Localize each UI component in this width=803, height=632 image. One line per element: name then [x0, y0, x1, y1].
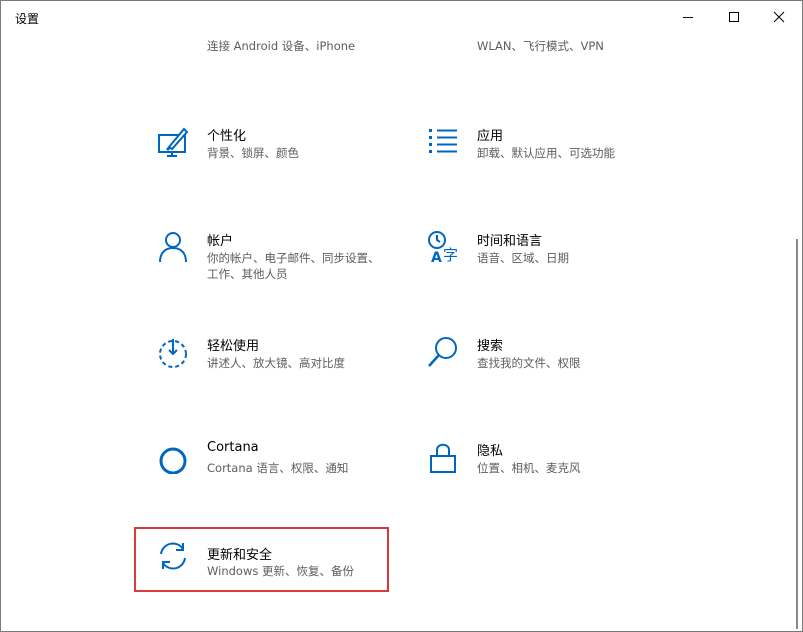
personalization-icon	[156, 125, 190, 159]
tile-name: 轻松使用	[207, 339, 260, 354]
tile-desc: WLAN、飞行模式、VPN	[477, 39, 604, 53]
tile-time-language[interactable]: A 字 时间和语言 语音、区域、日期	[406, 222, 656, 284]
tile-desc: 你的帐户、电子邮件、同步设置、工作、其他人员	[207, 251, 380, 281]
tile-desc: 讲述人、放大镜、高对比度	[207, 356, 345, 370]
tile-apps[interactable]: 应用 卸载、默认应用、可选功能	[406, 117, 656, 179]
settings-home-grid: 连接 Android 设备、iPhone WLAN、飞行模式、VPN 个性化 背…	[1, 1, 791, 631]
update-sync-icon	[156, 539, 190, 573]
tile-name: Cortana	[207, 440, 259, 455]
tile-update-security[interactable]: 更新和安全 Windows 更新、恢复、备份	[134, 527, 389, 592]
tile-desc: 语音、区域、日期	[477, 251, 569, 265]
maximize-button[interactable]	[711, 1, 757, 33]
tile-name: 个性化	[207, 129, 247, 144]
tile-name: 隐私	[477, 444, 504, 459]
tile-desc: 查找我的文件、权限	[477, 356, 581, 370]
tile-cortana[interactable]: Cortana Cortana 语言、权限、通知	[136, 432, 386, 494]
time-language-icon: A 字	[426, 230, 460, 266]
settings-window: 连接 Android 设备、iPhone WLAN、飞行模式、VPN 个性化 背…	[0, 0, 803, 632]
svg-text:字: 字	[443, 246, 458, 264]
window-title: 设置	[15, 12, 40, 26]
tile-name: 时间和语言	[477, 234, 543, 249]
tile-name: 更新和安全	[207, 548, 273, 563]
tile-personalization[interactable]: 个性化 背景、锁屏、颜色	[136, 117, 386, 179]
tile-desc: Windows 更新、恢复、备份	[207, 564, 354, 578]
vertical-scrollbar[interactable]	[793, 1, 801, 631]
tile-name: 搜索	[477, 339, 504, 354]
tile-desc: 位置、相机、麦克风	[477, 461, 581, 475]
ease-of-access-icon	[156, 335, 190, 369]
tile-privacy[interactable]: 隐私 位置、相机、麦克风	[406, 432, 656, 494]
tile-accounts[interactable]: 帐户 你的帐户、电子邮件、同步设置、工作、其他人员	[136, 222, 386, 290]
tile-ease-of-access[interactable]: 轻松使用 讲述人、放大镜、高对比度	[136, 327, 386, 389]
tile-desc: 背景、锁屏、颜色	[207, 146, 299, 160]
apps-list-icon	[426, 125, 460, 159]
minimize-icon	[683, 17, 693, 18]
minimize-button[interactable]	[665, 1, 711, 33]
tile-desc: Cortana 语言、权限、通知	[207, 461, 349, 475]
tile-search[interactable]: 搜索 查找我的文件、权限	[406, 327, 656, 389]
tile-name: 应用	[477, 129, 504, 144]
title-bar[interactable]: 设置	[1, 1, 802, 33]
person-icon	[156, 230, 190, 264]
tile-name: 帐户	[207, 234, 234, 249]
search-icon	[426, 335, 460, 369]
maximize-icon	[729, 12, 739, 22]
close-icon	[773, 11, 785, 23]
tile-desc: 连接 Android 设备、iPhone	[207, 39, 356, 53]
svg-text:A: A	[431, 250, 442, 264]
tile-desc: 卸载、默认应用、可选功能	[477, 146, 615, 160]
scrollbar-thumb[interactable]	[796, 239, 798, 629]
cortana-icon	[156, 440, 190, 475]
lock-icon	[426, 440, 460, 474]
